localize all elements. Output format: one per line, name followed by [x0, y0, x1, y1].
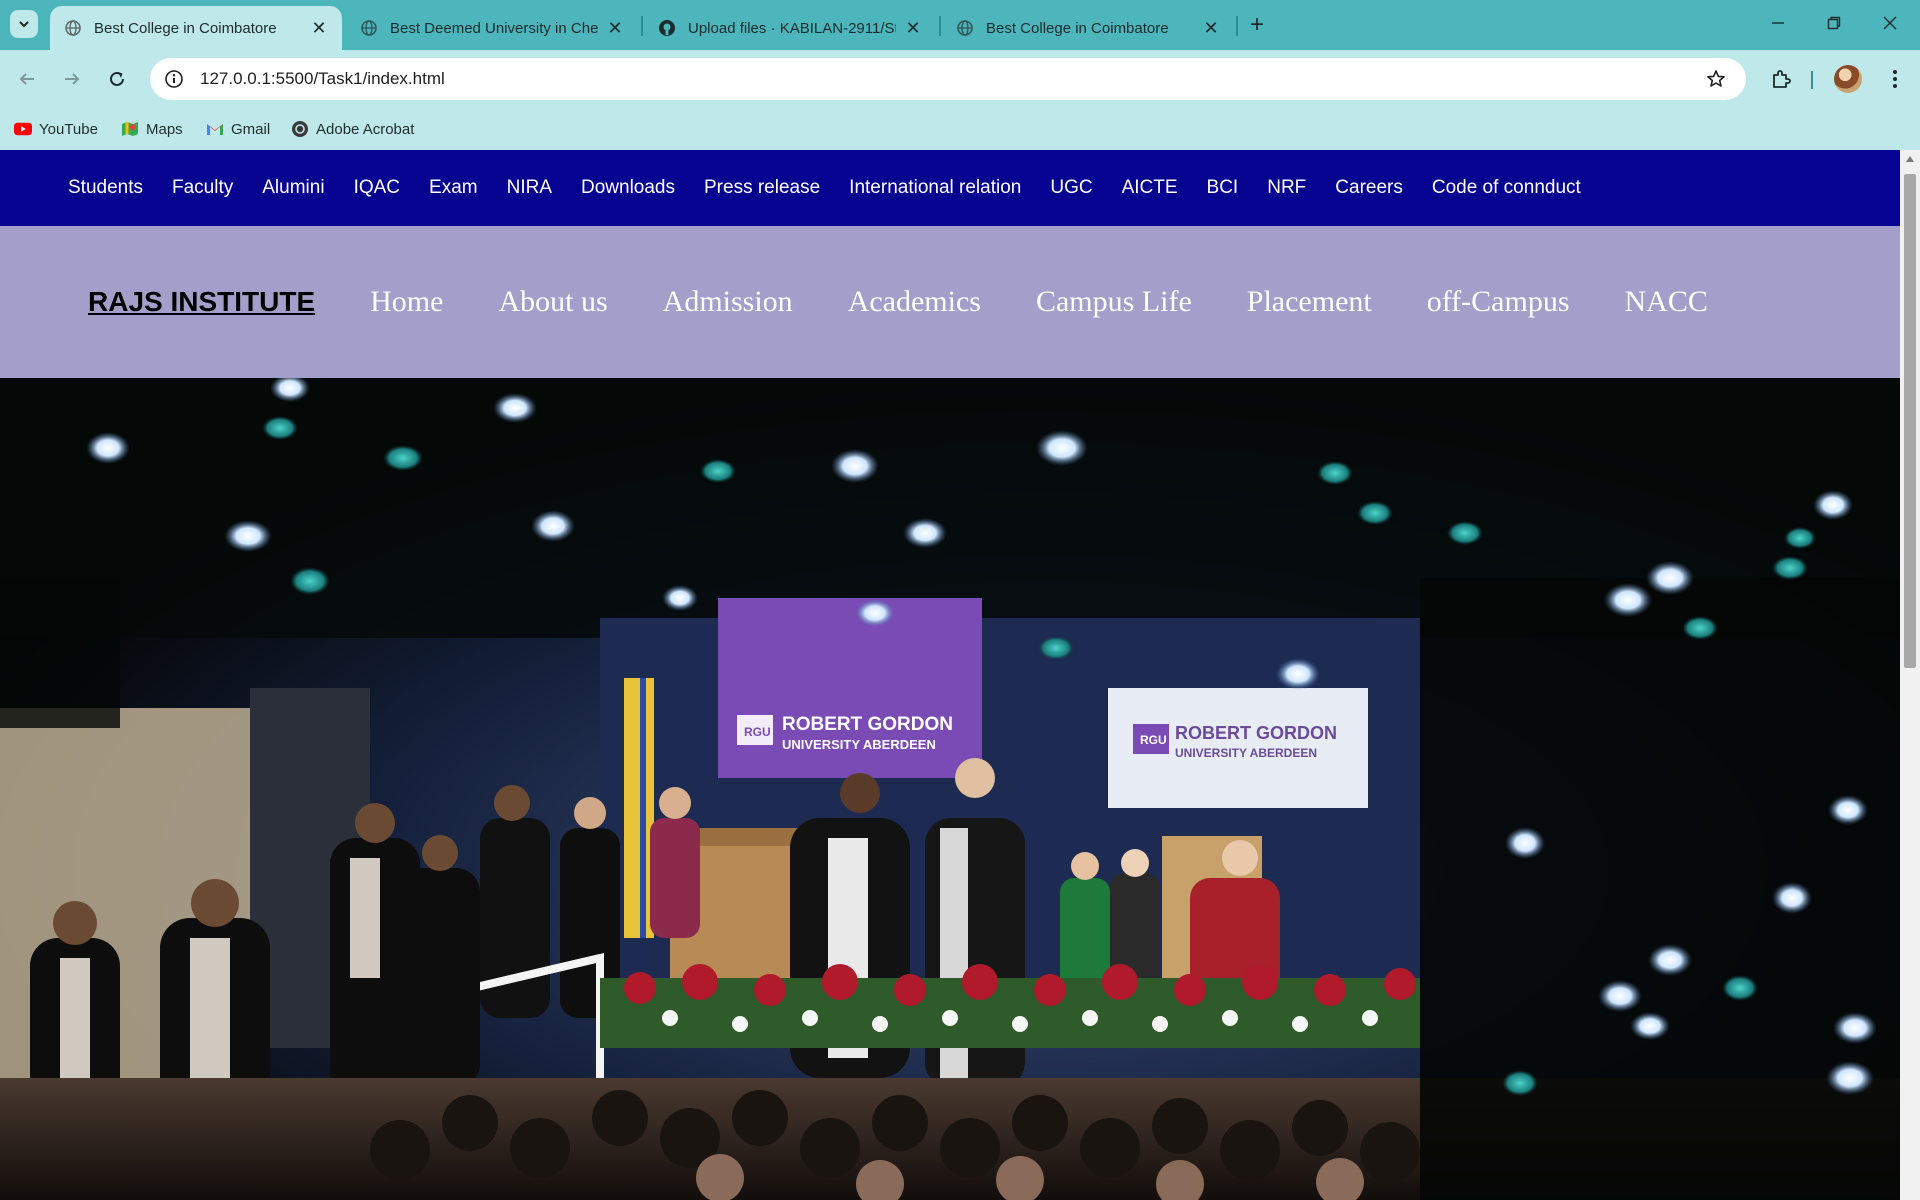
site-info-icon[interactable] — [162, 67, 186, 91]
tab-title: Upload files · KABILAN-2911/St — [688, 19, 896, 37]
tab-search-button[interactable] — [10, 10, 38, 38]
reload-icon — [110, 71, 124, 86]
page-scrollbar[interactable] — [1900, 150, 1920, 1200]
bookmarks-bar: YouTube Maps Gmail Adobe Acrobat — [0, 108, 1920, 150]
bookmark-gmail[interactable]: Gmail — [206, 118, 270, 140]
top-nav-nrf[interactable]: NRF — [1267, 177, 1306, 199]
back-button[interactable] — [12, 64, 42, 94]
top-nav-careers[interactable]: Careers — [1335, 177, 1403, 199]
main-nav-home[interactable]: Home — [370, 285, 443, 319]
arrow-left-icon — [19, 73, 34, 85]
star-icon[interactable] — [1704, 67, 1728, 91]
forward-button[interactable] — [57, 64, 87, 94]
tab-divider — [939, 16, 941, 36]
close-icon[interactable]: ✕ — [310, 18, 328, 38]
profile-avatar[interactable] — [1834, 65, 1862, 93]
main-nav-nacc[interactable]: NACC — [1625, 285, 1708, 319]
globe-icon — [360, 19, 378, 37]
plus-icon: + — [1249, 11, 1264, 38]
puzzle-icon — [1773, 70, 1791, 88]
bookmark-youtube[interactable]: YouTube — [14, 118, 98, 140]
globe-icon — [64, 19, 82, 37]
main-nav-links: Home About us Admission Academics Campus… — [370, 285, 1708, 319]
top-nav-bci[interactable]: BCI — [1207, 177, 1239, 199]
restore-button[interactable] — [1814, 8, 1854, 38]
address-bar[interactable]: 127.0.0.1:5500/Task1/index.html — [150, 58, 1746, 100]
close-icon[interactable]: ✕ — [606, 18, 624, 38]
banner-logo-text: RGU — [1140, 733, 1167, 747]
close-icon — [1883, 16, 1897, 30]
globe-icon — [956, 19, 974, 37]
tab-3[interactable]: Upload files · KABILAN-2911/St ✕ — [644, 6, 936, 50]
acrobat-icon — [291, 120, 309, 138]
main-nav-placement[interactable]: Placement — [1247, 285, 1372, 319]
chevron-down-icon — [19, 21, 29, 28]
restore-icon — [1827, 16, 1841, 30]
main-nav-admission[interactable]: Admission — [663, 285, 793, 319]
top-nav-code-of-conduct[interactable]: Code of connduct — [1432, 177, 1581, 199]
main-nav: RAJS INSTITUTE Home About us Admission A… — [0, 226, 1900, 378]
top-nav-exam[interactable]: Exam — [429, 177, 478, 199]
bookmark-label: Gmail — [231, 120, 271, 138]
url-text: 127.0.0.1:5500/Task1/index.html — [200, 69, 445, 88]
top-nav-downloads[interactable]: Downloads — [581, 177, 675, 199]
scroll-up-arrow-icon[interactable] — [1906, 156, 1914, 162]
tab-divider — [641, 16, 643, 36]
scroll-thumb[interactable] — [1904, 174, 1916, 668]
tab-title: Best Deemed University in Chen — [390, 19, 598, 37]
bookmark-adobe-acrobat[interactable]: Adobe Acrobat — [291, 118, 414, 140]
bookmark-maps[interactable]: Maps — [121, 118, 183, 140]
brand-logo-text[interactable]: RAJS INSTITUTE — [88, 286, 315, 318]
main-nav-academics[interactable]: Academics — [848, 285, 981, 319]
extensions-button[interactable] — [1766, 64, 1796, 94]
minimize-button[interactable] — [1758, 8, 1798, 38]
banner-right-title: ROBERT GORDON — [1175, 723, 1337, 743]
menu-button[interactable] — [1880, 64, 1910, 94]
top-nav-international-relation[interactable]: International relation — [849, 177, 1021, 199]
banner-logo-text: RGU — [744, 725, 771, 739]
bookmark-label: YouTube — [39, 120, 98, 138]
top-nav-faculty[interactable]: Faculty — [172, 177, 233, 199]
tab-2[interactable]: Best Deemed University in Chen ✕ — [346, 6, 638, 50]
top-nav-alumini[interactable]: Alumini — [262, 177, 324, 199]
bookmark-label: Adobe Acrobat — [316, 120, 415, 138]
page-viewport: Students Faculty Alumini IQAC Exam NIRA … — [0, 150, 1900, 1200]
graduation-ceremony-photo: RGU ROBERT GORDON UNIVERSITY ABERDEEN RG… — [0, 378, 1900, 1200]
top-nav-iqac[interactable]: IQAC — [354, 177, 400, 199]
close-icon[interactable]: ✕ — [1202, 18, 1220, 38]
new-tab-button[interactable]: + — [1244, 11, 1270, 38]
main-nav-campus-life[interactable]: Campus Life — [1036, 285, 1192, 319]
banner-left-subtitle: UNIVERSITY ABERDEEN — [782, 737, 936, 752]
top-nav-students[interactable]: Students — [68, 177, 143, 199]
top-nav-aicte[interactable]: AICTE — [1122, 177, 1178, 199]
main-nav-about-us[interactable]: About us — [498, 285, 607, 319]
github-icon — [658, 19, 676, 37]
arrow-right-icon — [65, 73, 80, 85]
youtube-icon — [14, 120, 32, 138]
browser-toolbar: 127.0.0.1:5500/Task1/index.html — [0, 50, 1920, 108]
kebab-menu-icon — [1893, 70, 1897, 88]
minimize-icon — [1772, 22, 1784, 24]
close-icon[interactable]: ✕ — [904, 18, 922, 38]
gmail-icon — [206, 120, 224, 138]
bookmark-label: Maps — [146, 120, 183, 138]
main-nav-off-campus[interactable]: off-Campus — [1427, 285, 1570, 319]
tab-strip: Best College in Coimbatore ✕ Best Deemed… — [0, 0, 1920, 50]
reload-button[interactable] — [102, 64, 132, 94]
close-window-button[interactable] — [1870, 8, 1910, 38]
top-nav-ugc[interactable]: UGC — [1050, 177, 1092, 199]
banner-right-subtitle: UNIVERSITY ABERDEEN — [1175, 746, 1317, 760]
tab-1[interactable]: Best College in Coimbatore ✕ — [50, 6, 342, 50]
tab-4[interactable]: Best College in Coimbatore ✕ — [942, 6, 1234, 50]
top-nav-press-release[interactable]: Press release — [704, 177, 820, 199]
top-utility-nav: Students Faculty Alumini IQAC Exam NIRA … — [0, 150, 1900, 226]
tab-title: Best College in Coimbatore — [94, 19, 277, 37]
toolbar-divider — [1811, 71, 1813, 89]
banner-left-title: ROBERT GORDON — [782, 714, 953, 735]
maps-icon — [121, 120, 139, 138]
top-nav-nira[interactable]: NIRA — [507, 177, 552, 199]
hero-image: RGU ROBERT GORDON UNIVERSITY ABERDEEN RG… — [0, 378, 1900, 1200]
tab-divider — [1236, 16, 1238, 36]
tab-title: Best College in Coimbatore — [986, 19, 1169, 37]
